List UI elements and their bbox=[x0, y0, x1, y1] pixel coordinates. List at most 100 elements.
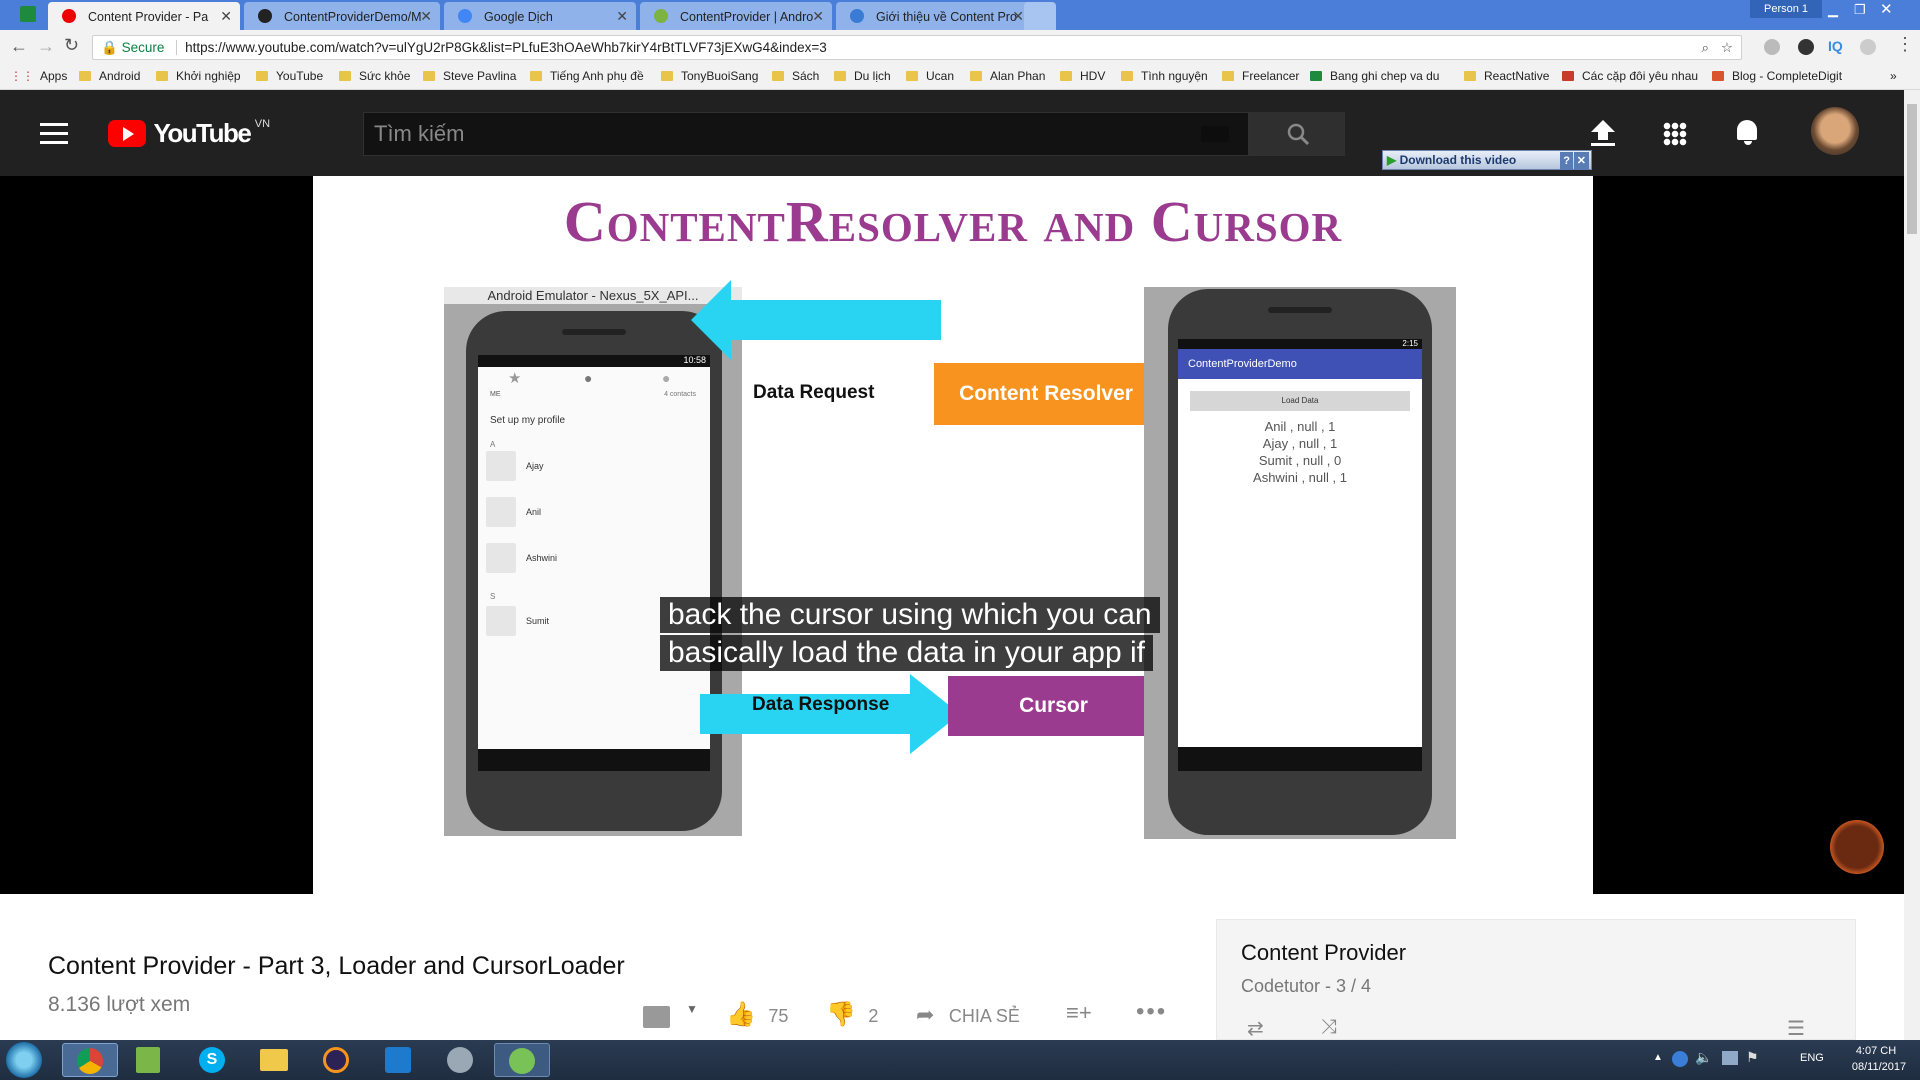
bookmark-item[interactable]: Tình nguyện bbox=[1121, 69, 1208, 83]
action-center-icon[interactable]: ⚑ bbox=[1746, 1049, 1759, 1066]
taskbar-app[interactable] bbox=[432, 1043, 488, 1077]
notifications-bell-icon[interactable] bbox=[1737, 120, 1759, 146]
browser-tab-google-translate[interactable]: Google Dịch ✕ bbox=[444, 2, 636, 30]
browser-tab-github[interactable]: ContentProviderDemo/M ✕ bbox=[244, 2, 440, 30]
browser-tab-android[interactable]: ContentProvider | Andro ✕ bbox=[640, 2, 832, 30]
bookmark-item[interactable]: Android bbox=[79, 69, 140, 83]
clock-date[interactable]: 08/11/2017 bbox=[1846, 1061, 1912, 1073]
hamburger-menu-icon[interactable] bbox=[40, 123, 68, 144]
like-button[interactable]: 👍 75 bbox=[726, 1000, 788, 1030]
add-to-playlist-icon[interactable]: ≡+ bbox=[1066, 1000, 1092, 1026]
minimize-icon[interactable]: ▁ bbox=[1828, 2, 1838, 18]
eclipse-icon bbox=[323, 1047, 349, 1073]
playlist-panel: Content Provider Codetutor - 3 / 4 ⇄ ⤨ ☰ bbox=[1216, 919, 1856, 1040]
network-icon[interactable] bbox=[1722, 1051, 1738, 1065]
youtube-logo[interactable]: YouTube VN bbox=[108, 118, 270, 148]
shuffle-icon[interactable]: ⤨ bbox=[1321, 1016, 1337, 1039]
dislike-button[interactable]: 👎 2 bbox=[826, 1000, 878, 1030]
start-button[interactable] bbox=[6, 1042, 42, 1078]
lang-indicator[interactable]: ENG bbox=[1800, 1052, 1824, 1064]
bookmark-item[interactable]: Tiếng Anh phụ đề bbox=[530, 69, 644, 83]
extension-iq-icon[interactable]: IQ bbox=[1828, 38, 1843, 54]
playlist-title[interactable]: Content Provider bbox=[1241, 940, 1406, 966]
bookmark-item[interactable]: Freelancer bbox=[1222, 69, 1299, 83]
close-window-icon[interactable]: ✕ bbox=[1880, 0, 1893, 18]
windows-taskbar: S ▲ 🔈 ⚑ ENG 4:07 CH 08/11/2017 bbox=[0, 1040, 1920, 1080]
search-icon bbox=[1287, 123, 1310, 146]
bookmark-item[interactable]: Sức khỏe bbox=[339, 69, 410, 83]
search-input[interactable]: Tìm kiếm bbox=[363, 112, 1249, 156]
loop-icon[interactable]: ⇄ bbox=[1247, 1016, 1264, 1041]
bookmark-item[interactable]: Ucan bbox=[906, 69, 954, 83]
bookmark-star-icon[interactable]: ☆ bbox=[1721, 36, 1733, 59]
bookmark-item[interactable]: TonyBuoiSang bbox=[661, 69, 758, 83]
close-tab-icon[interactable]: ✕ bbox=[616, 8, 628, 25]
bookmark-item[interactable]: Sách bbox=[772, 69, 819, 83]
bookmark-apps[interactable]: ⋮⋮ Apps bbox=[10, 69, 67, 83]
share-button[interactable]: ➦ CHIA SẺ bbox=[916, 1002, 1020, 1032]
bookmark-item[interactable]: YouTube bbox=[256, 69, 323, 83]
browser-tab-viblo[interactable]: Giới thiệu về Content Pro ✕ bbox=[836, 2, 1032, 30]
bookmarks-overflow-icon[interactable]: » bbox=[1890, 69, 1897, 83]
keyboard-icon[interactable] bbox=[1201, 126, 1229, 142]
close-tab-icon[interactable]: ✕ bbox=[420, 8, 432, 25]
close-tab-icon[interactable]: ✕ bbox=[220, 8, 232, 25]
close-tab-icon[interactable]: ✕ bbox=[812, 8, 824, 25]
tray-icon[interactable] bbox=[1672, 1051, 1688, 1067]
help-icon[interactable]: ? bbox=[1560, 152, 1573, 170]
scrollbar-thumb[interactable] bbox=[1907, 104, 1917, 234]
zoom-icon[interactable]: ⌕ bbox=[1701, 36, 1709, 59]
youtube-header: YouTube VN Tìm kiếm ▶ Download this vide… bbox=[0, 90, 1920, 176]
like-count: 75 bbox=[768, 1006, 789, 1026]
app-grid-icon[interactable] bbox=[20, 6, 36, 22]
browser-toolbar: ← → ↻ 🔒 Secure https://www.youtube.com/w… bbox=[0, 30, 1920, 64]
bookmark-item[interactable]: Blog - CompleteDigit bbox=[1712, 69, 1842, 83]
restore-icon[interactable]: ❐ bbox=[1854, 2, 1866, 18]
taskbar-app[interactable] bbox=[120, 1043, 176, 1077]
back-icon[interactable]: ← bbox=[10, 36, 28, 57]
phone-right: 2:15 ContentProviderDemo Load Data Anil … bbox=[1168, 289, 1432, 835]
add-to-icon[interactable] bbox=[643, 1006, 670, 1028]
bookmark-item[interactable]: Alan Phan bbox=[970, 69, 1045, 83]
apps-grid-icon[interactable] bbox=[1663, 122, 1687, 146]
bookmark-item[interactable]: HDV bbox=[1060, 69, 1105, 83]
extension-icon[interactable] bbox=[1764, 39, 1780, 55]
new-tab-button[interactable] bbox=[1024, 2, 1056, 30]
reload-icon[interactable]: ↻ bbox=[64, 35, 79, 56]
taskbar-explorer[interactable] bbox=[246, 1043, 302, 1077]
taskbar-eclipse[interactable] bbox=[308, 1043, 364, 1077]
bookmark-item[interactable]: Khởi nghiệp bbox=[156, 69, 241, 83]
taskbar-chrome[interactable] bbox=[62, 1043, 118, 1077]
clock-time[interactable]: 4:07 CH bbox=[1846, 1045, 1906, 1057]
bookmark-item[interactable]: Bang ghi chep va du bbox=[1310, 69, 1439, 83]
upload-icon[interactable] bbox=[1591, 120, 1615, 146]
speaker-icon[interactable]: 🔈 bbox=[1695, 1049, 1712, 1066]
extension-icon[interactable] bbox=[1860, 39, 1876, 55]
menu-kebab-icon[interactable]: ⋮ bbox=[1896, 34, 1914, 55]
taskbar-vscode[interactable] bbox=[370, 1043, 426, 1077]
close-icon[interactable]: ✕ bbox=[1573, 152, 1589, 170]
profile-badge[interactable]: Person 1 bbox=[1750, 0, 1822, 18]
bookmark-item[interactable]: Các cặp đôi yêu nhau bbox=[1562, 69, 1698, 83]
search-button[interactable] bbox=[1249, 112, 1345, 156]
forward-icon[interactable]: → bbox=[37, 36, 55, 57]
avatar[interactable] bbox=[1811, 107, 1859, 155]
page-scrollbar[interactable] bbox=[1904, 90, 1920, 1040]
video-player[interactable]: ContentResolver and Cursor Android Emula… bbox=[0, 176, 1920, 894]
close-tab-icon[interactable]: ✕ bbox=[1012, 8, 1024, 25]
bookmark-item[interactable]: Du lịch bbox=[834, 69, 891, 83]
address-bar[interactable]: 🔒 Secure https://www.youtube.com/watch?v… bbox=[92, 35, 1742, 60]
tray-chevron-icon[interactable]: ▲ bbox=[1653, 1052, 1663, 1063]
chevron-down-icon[interactable]: ▼ bbox=[686, 1002, 698, 1016]
more-actions-icon[interactable]: ••• bbox=[1136, 998, 1167, 1026]
taskbar-skype[interactable]: S bbox=[184, 1043, 240, 1077]
channel-watermark[interactable] bbox=[1830, 820, 1884, 874]
bookmark-item[interactable]: Steve Pavlina bbox=[423, 69, 516, 83]
playlist-menu-icon[interactable]: ☰ bbox=[1787, 1016, 1805, 1041]
download-video-button[interactable]: ▶ Download this video ? ✕ bbox=[1382, 150, 1592, 170]
browser-tab-youtube[interactable]: Content Provider - Pa ✕ bbox=[48, 2, 240, 30]
phone-nav-bar bbox=[478, 749, 710, 771]
taskbar-android-studio[interactable] bbox=[494, 1043, 550, 1077]
extension-k-icon[interactable] bbox=[1798, 39, 1814, 55]
bookmark-item[interactable]: ReactNative bbox=[1464, 69, 1549, 83]
